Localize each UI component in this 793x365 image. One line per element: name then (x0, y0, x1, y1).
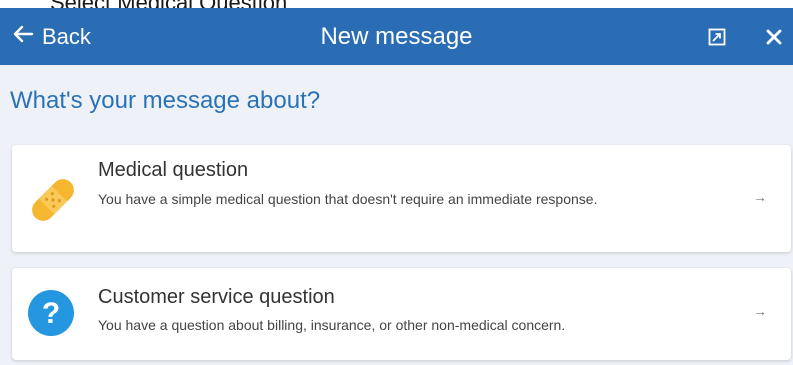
svg-text:?: ? (42, 297, 60, 330)
arrow-right-icon: → (753, 303, 767, 319)
option-title: Customer service question (98, 286, 335, 308)
caption-text: Select Medical Question (50, 0, 287, 8)
back-button[interactable]: Back (12, 8, 91, 65)
close-icon (766, 29, 782, 45)
customer-service-option[interactable]: ? Customer service question You have a q… (12, 268, 791, 360)
top-bar: Back New message (0, 8, 793, 65)
page-title: New message (320, 22, 473, 50)
popout-button[interactable] (700, 8, 734, 65)
content-area: What's your message about? Medical quest… (0, 65, 793, 365)
back-label: Back (42, 23, 91, 49)
medical-question-option[interactable]: Medical question You have a simple medic… (12, 145, 791, 252)
section-heading: What's your message about? (10, 87, 321, 114)
popout-icon (708, 28, 726, 46)
close-button[interactable] (757, 8, 791, 65)
back-arrow-icon (12, 23, 34, 51)
option-description: You have a question about billing, insur… (98, 317, 566, 333)
bandage-icon (26, 173, 80, 232)
arrow-right-icon: → (753, 189, 767, 205)
question-mark-icon: ? (26, 288, 76, 343)
option-description: You have a simple medical question that … (98, 191, 598, 207)
option-title: Medical question (98, 159, 249, 181)
